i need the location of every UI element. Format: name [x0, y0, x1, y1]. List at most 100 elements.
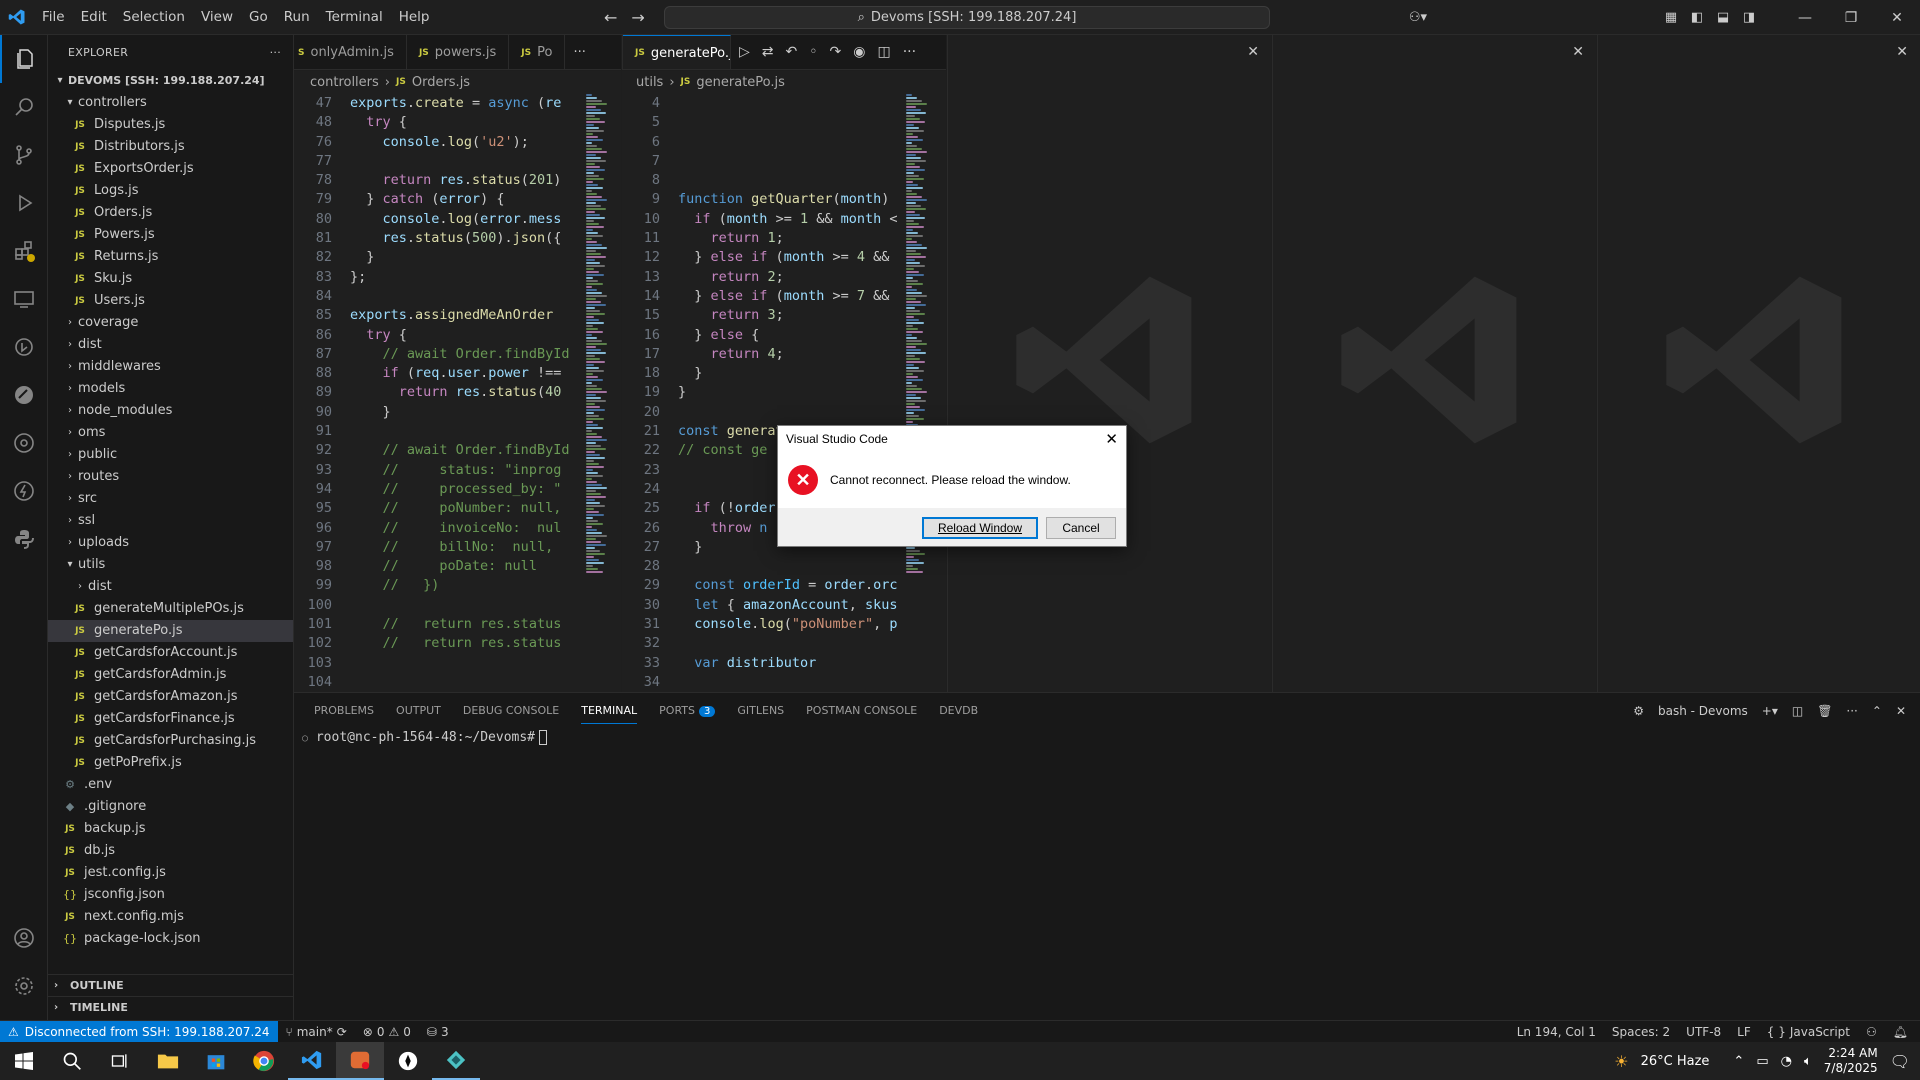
copilot-status-icon[interactable]: ⚇ [1858, 1025, 1885, 1039]
dialog-close-icon[interactable]: ✕ [1105, 430, 1118, 448]
volume-icon[interactable]: 🔈︎ [1804, 1054, 1812, 1069]
folder-item[interactable]: ▾ utils [48, 554, 293, 576]
code-editor-2[interactable]: 4 5 6 7 8 9 function getQuarter(month) 10 if (m… [622, 93, 946, 692]
file-item[interactable]: JS Distributors.js [48, 136, 293, 158]
close-group-icon[interactable]: ✕ [1572, 44, 1584, 60]
task-view-icon[interactable] [96, 1042, 144, 1080]
minimap[interactable] [906, 93, 928, 692]
more-actions-icon[interactable]: ··· [270, 46, 281, 59]
folder-item[interactable]: › middlewares [48, 356, 293, 378]
ports-indicator[interactable]: ⛁ 3 [419, 1025, 457, 1039]
gitlens-icon[interactable] [0, 419, 48, 467]
folder-item[interactable]: › public [48, 444, 293, 466]
timeline-icon[interactable] [0, 323, 48, 371]
folder-item[interactable]: › uploads [48, 532, 293, 554]
panel-tab-problems[interactable]: PROBLEMS [314, 704, 374, 717]
folder-item[interactable]: › ssl [48, 510, 293, 532]
close-panel-icon[interactable]: ✕ [1896, 704, 1906, 718]
go-back-icon[interactable]: ↶ [786, 44, 798, 60]
back-arrow-icon[interactable]: ← [604, 8, 617, 27]
customize-layout-icon[interactable]: ▦ [1658, 10, 1684, 25]
panel-tab-debug-console[interactable]: DEBUG CONSOLE [463, 704, 559, 717]
file-item[interactable]: JS getCardsforAdmin.js [48, 664, 293, 686]
panel-tab-terminal[interactable]: TERMINAL [581, 704, 638, 724]
clock[interactable]: 2:24 AM 7/8/2025 [1824, 1046, 1878, 1076]
folder-item[interactable]: › dist [48, 576, 293, 598]
manage-gear-icon[interactable] [0, 962, 48, 1010]
folder-item[interactable]: › coverage [48, 312, 293, 334]
file-item[interactable]: JS jest.config.js [48, 862, 293, 884]
problems-indicator[interactable]: ⊗ 0 ⚠ 0 [355, 1025, 419, 1039]
file-item[interactable]: JS generatePo.js [48, 620, 293, 642]
remote-indicator[interactable]: ⚠ Disconnected from SSH: 199.188.207.24 [0, 1020, 278, 1043]
show-hidden-icons-icon[interactable]: ⌃ [1733, 1054, 1744, 1069]
previous-change-icon[interactable]: ◦ [809, 44, 817, 60]
close-group-icon[interactable]: ✕ [1896, 44, 1908, 60]
microsoft-store-icon[interactable] [192, 1042, 240, 1080]
toggle-sidebar-icon[interactable]: ◧ [1684, 10, 1710, 25]
app-circle-icon[interactable] [384, 1042, 432, 1080]
more-actions-icon[interactable]: ··· [1846, 704, 1857, 718]
folder-item[interactable]: › models [48, 378, 293, 400]
menu-file[interactable]: File [34, 0, 73, 35]
file-item[interactable]: JS Powers.js [48, 224, 293, 246]
command-center-search[interactable]: ⌕ Devoms [SSH: 199.188.207.24] [664, 6, 1270, 29]
remote-explorer-icon[interactable] [0, 275, 48, 323]
accounts-icon[interactable] [0, 914, 48, 962]
panel-tab-devdb[interactable]: DEVDB [939, 704, 978, 717]
forward-arrow-icon[interactable]: → [631, 8, 644, 27]
minimap[interactable] [586, 93, 608, 692]
menu-help[interactable]: Help [391, 0, 438, 35]
battery-icon[interactable]: ▭ [1756, 1054, 1768, 1069]
file-item[interactable]: ⚙ .env [48, 774, 293, 796]
language-mode[interactable]: { } JavaScript [1759, 1025, 1858, 1039]
breadcrumb-file[interactable]: Orders.js [412, 75, 470, 90]
file-item[interactable]: JS db.js [48, 840, 293, 862]
outline-section[interactable]: › OUTLINE [48, 974, 294, 996]
file-item[interactable]: JS Sku.js [48, 268, 293, 290]
thunder-client-icon[interactable] [0, 467, 48, 515]
sync-icon[interactable]: ⟳ [337, 1025, 347, 1039]
close-group-icon[interactable]: ✕ [1247, 44, 1259, 60]
chrome-icon[interactable] [240, 1042, 288, 1080]
folder-item[interactable]: › src [48, 488, 293, 510]
compare-icon[interactable]: ⇄ [762, 44, 774, 60]
branch-indicator[interactable]: ⑂ main* ⟳ [278, 1025, 355, 1039]
file-item[interactable]: JS getCardsforAmazon.js [48, 686, 293, 708]
maximize-panel-icon[interactable]: ⌃ [1872, 704, 1882, 718]
file-item[interactable]: JS Disputes.js [48, 114, 293, 136]
file-item[interactable]: {} jsconfig.json [48, 884, 293, 906]
copilot-icon[interactable]: ⚇▾ [1398, 10, 1438, 25]
panel-tab-postman-console[interactable]: POSTMAN CONSOLE [806, 704, 917, 717]
file-item[interactable]: JS Users.js [48, 290, 293, 312]
taskbar-search-icon[interactable] [48, 1042, 96, 1080]
notifications-bell-icon[interactable]: 🔔︎ [1885, 1025, 1916, 1039]
app-diamond-icon[interactable] [432, 1042, 480, 1080]
file-item[interactable]: JS Logs.js [48, 180, 293, 202]
file-item[interactable]: JS ExportsOrder.js [48, 158, 293, 180]
file-item[interactable]: JS getCardsforAccount.js [48, 642, 293, 664]
breadcrumb-folder[interactable]: controllers [310, 75, 379, 90]
empty-editor-group-4[interactable]: ✕ [1272, 35, 1596, 692]
notifications-icon[interactable]: 🗨︎ [1890, 1052, 1910, 1071]
file-item[interactable]: JS getCardsforFinance.js [48, 708, 293, 730]
postman-icon[interactable] [0, 371, 48, 419]
cursor-position[interactable]: Ln 194, Col 1 [1509, 1025, 1604, 1039]
restore-icon[interactable]: ❐ [1828, 10, 1874, 26]
empty-editor-group-5[interactable]: ✕ [1597, 35, 1920, 692]
split-editor-icon[interactable]: ◫ [877, 44, 890, 60]
file-item[interactable]: {} package.json [48, 950, 293, 954]
folder-item[interactable]: › node_modules [48, 400, 293, 422]
explorer-icon[interactable] [0, 35, 48, 83]
file-item[interactable]: JS next.config.mjs [48, 906, 293, 928]
file-item[interactable]: JS generateMultiplePOs.js [48, 598, 293, 620]
empty-editor-group-3[interactable]: ✕ [947, 35, 1271, 692]
panel-tab-ports[interactable]: PORTS 3 [659, 704, 716, 717]
editor-tab[interactable]: JS Po [509, 35, 566, 69]
code-editor-1[interactable]: 47 exports.create = async (re 48 try {76 c… [294, 93, 621, 692]
zoom-app-icon[interactable] [336, 1042, 384, 1080]
folder-item[interactable]: › oms [48, 422, 293, 444]
file-item[interactable]: {} package-lock.json [48, 928, 293, 950]
minimize-icon[interactable]: — [1782, 10, 1828, 26]
menu-terminal[interactable]: Terminal [318, 0, 391, 35]
